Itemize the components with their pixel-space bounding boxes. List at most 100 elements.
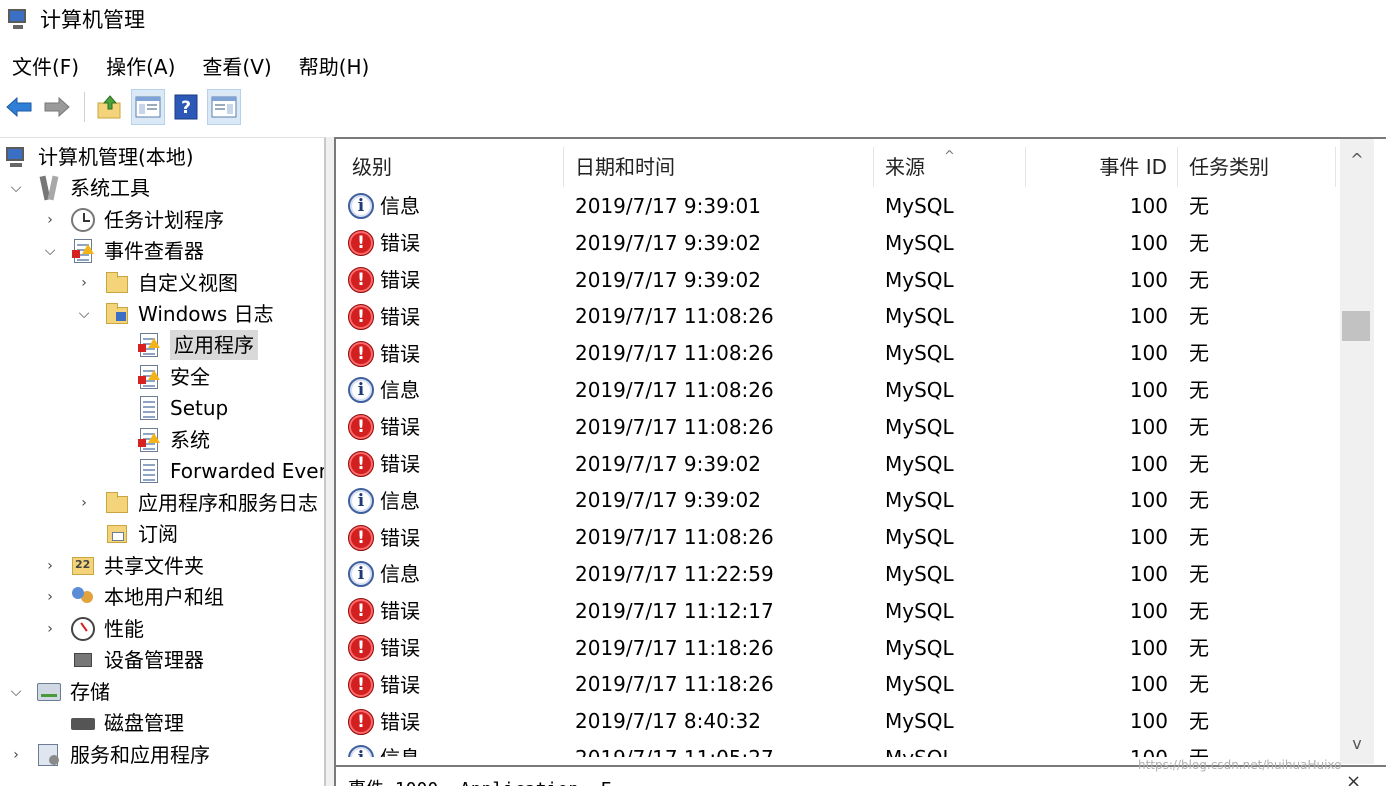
tree-item-performance[interactable]: › 性能 [40,614,144,644]
tree-item-windows-logs[interactable]: ⌵ Windows 日志 [74,299,274,329]
chevron-down-icon[interactable]: ⌵ [6,178,26,198]
task-category-cell: 无 [1189,709,1209,734]
table-row[interactable]: i 信息 2019/7/17 11:08:26 MySQL 100 无 [336,372,1336,409]
scroll-up-arrow-icon[interactable]: ^ [1340,145,1374,175]
back-button[interactable] [2,89,36,125]
table-row[interactable]: ! 错误 2019/7/17 8:40:32 MySQL 100 无 [336,703,1336,740]
tree-item-label: 共享文件夹 [104,554,204,578]
tree-item-event-viewer[interactable]: ⌵ 事件查看器 [40,236,204,266]
tree-item-system-log[interactable]: 系统 [106,425,210,455]
tree-item-device-manager[interactable]: 设备管理器 [40,645,204,675]
table-row[interactable]: ! 错误 2019/7/17 11:08:26 MySQL 100 无 [336,409,1336,446]
level-cell: ! 错误 [348,298,420,335]
datetime-cell: 2019/7/17 8:40:32 [575,709,762,734]
table-row[interactable]: i 信息 2019/7/17 9:39:02 MySQL 100 无 [336,482,1336,519]
chevron-right-icon[interactable]: › [6,745,26,765]
chevron-right-icon[interactable]: › [40,587,60,607]
source-cell: MySQL [885,414,954,439]
help-button[interactable]: ? [169,89,203,125]
up-one-level-button[interactable] [93,89,127,125]
level-cell: ! 错误 [348,225,420,262]
table-row[interactable]: ! 错误 2019/7/17 9:39:02 MySQL 100 无 [336,446,1336,483]
table-row[interactable]: ! 错误 2019/7/17 11:08:26 MySQL 100 无 [336,519,1336,556]
tree-item-subscriptions[interactable]: 订阅 [74,519,178,549]
tree-item-application-log[interactable]: 应用程序 [106,330,258,360]
tree-item-custom-views[interactable]: › 自定义视图 [74,268,238,298]
menu-action[interactable]: 操作(A) [106,49,175,82]
tree-item-local-users-groups[interactable]: › 本地用户和组 [40,582,224,612]
menu-view[interactable]: 查看(V) [202,49,271,82]
table-row[interactable]: ! 错误 2019/7/17 11:08:26 MySQL 100 无 [336,298,1336,335]
table-row[interactable]: i 信息 2019/7/17 11:05:27 MySQL 100 无 [336,740,1336,757]
tree-item-security-log[interactable]: 安全 [106,362,210,392]
column-header-source[interactable]: ^ 来源 [874,147,1026,187]
source-cell: MySQL [885,709,954,734]
column-header-level[interactable]: 级别 [336,147,564,187]
tree-item-label: Setup [170,396,229,420]
tree-item-services-applications[interactable]: › 服务和应用程序 [6,740,210,770]
column-header-event-id[interactable]: 事件 ID [1026,147,1178,187]
column-header-datetime[interactable]: 日期和时间 [564,147,874,187]
show-hide-action-pane-button[interactable] [207,89,241,125]
table-row[interactable]: i 信息 2019/7/17 9:39:01 MySQL 100 无 [336,188,1336,225]
chevron-right-icon[interactable]: › [74,273,94,293]
table-row[interactable]: ! 错误 2019/7/17 11:12:17 MySQL 100 无 [336,593,1336,630]
source-cell: MySQL [885,230,954,255]
tree-item-label: 事件查看器 [104,239,204,263]
menu-help[interactable]: 帮助(H) [299,49,370,82]
tree-item-label: 安全 [170,365,210,389]
chevron-right-icon[interactable]: › [40,619,60,639]
tree-item-task-scheduler[interactable]: › 任务计划程序 [40,205,224,235]
event-id-cell: 100 [1129,194,1168,218]
scroll-down-arrow-icon[interactable]: v [1340,729,1374,759]
tree-item-label: 应用程序 [170,330,258,360]
table-row[interactable]: ! 错误 2019/7/17 11:08:26 MySQL 100 无 [336,335,1336,372]
level-cell: i信息 [348,556,420,593]
scrollbar-thumb[interactable] [1342,311,1370,341]
error-icon: ! [348,414,374,441]
chevron-down-icon[interactable]: ⌵ [6,682,26,702]
system-tools-icon [36,175,62,201]
level-cell: i信息 [348,482,420,519]
column-header-task-category[interactable]: 任务类别 [1178,147,1336,187]
datetime-cell: 2019/7/17 9:39:02 [575,451,762,476]
table-row[interactable]: ! 错误 2019/7/17 9:39:02 MySQL 100 无 [336,262,1336,299]
show-hide-console-tree-button[interactable] [131,89,165,125]
event-id-cell: 100 [1129,267,1168,292]
tree-item-forwarded-events[interactable]: Forwarded Even [106,456,324,486]
table-row[interactable]: ! 错误 2019/7/17 9:39:02 MySQL 100 无 [336,225,1336,262]
level-label: 错误 [380,451,420,476]
datetime-cell: 2019/7/17 9:39:02 [575,488,762,513]
table-row[interactable]: ! 错误 2019/7/17 11:18:26 MySQL 100 无 [336,630,1336,667]
table-row[interactable]: i 信息 2019/7/17 11:22:59 MySQL 100 无 [336,556,1336,593]
chevron-down-icon[interactable]: ⌵ [74,304,94,324]
tree-item-system-tools[interactable]: ⌵ 系统工具 [6,173,150,203]
vertical-scrollbar[interactable]: ^ v [1340,139,1374,764]
tree-item-setup-log[interactable]: Setup [106,393,228,423]
task-category-cell: 无 [1189,598,1209,623]
computer-icon [4,144,30,170]
services-applications-icon [36,742,62,768]
tree-item-computer-management[interactable]: 计算机管理(本地) [4,142,194,172]
menu-file[interactable]: 文件(F) [12,49,79,82]
back-arrow-icon [6,96,32,118]
table-row[interactable]: ! 错误 2019/7/17 11:18:26 MySQL 100 无 [336,666,1336,703]
chevron-right-icon[interactable]: › [40,556,60,576]
chevron-down-icon[interactable]: ⌵ [40,241,60,261]
close-icon[interactable]: × [1346,771,1361,786]
tree-item-label: 磁盘管理 [104,711,184,735]
tree-item-shared-folders[interactable]: › 共享文件夹 [40,551,204,581]
level-label: 信息 [380,562,420,587]
tree-item-disk-management[interactable]: 磁盘管理 [40,708,184,738]
level-cell: ! 错误 [348,519,420,556]
information-icon: i [348,745,374,757]
tree-item-storage[interactable]: ⌵ 存储 [6,677,110,707]
pane-splitter[interactable] [326,137,334,786]
level-label: 错误 [380,635,420,660]
tree-item-app-services-logs[interactable]: › 应用程序和服务日志 [74,488,318,518]
chevron-right-icon[interactable]: › [40,210,60,230]
toolbar-separator [84,92,85,122]
datetime-cell: 2019/7/17 11:08:26 [575,304,774,329]
forward-button[interactable] [40,89,74,125]
chevron-right-icon[interactable]: › [74,493,94,513]
